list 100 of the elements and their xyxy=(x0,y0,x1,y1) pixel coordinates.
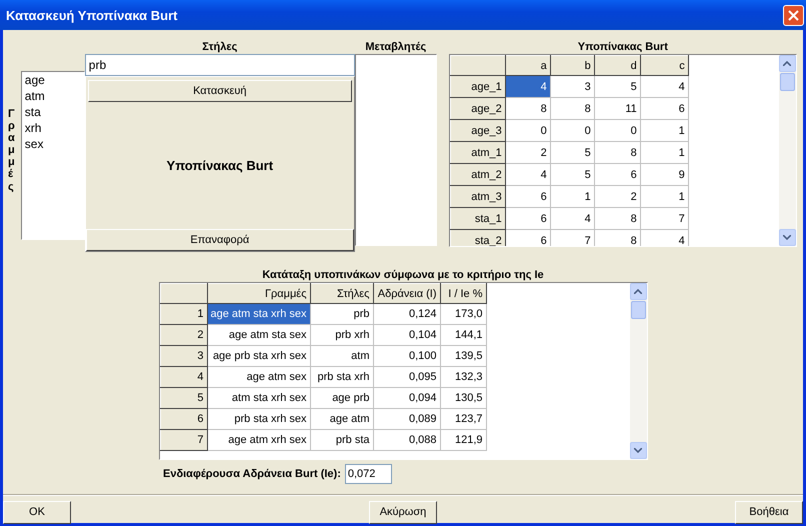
table-cell[interactable]: 1 xyxy=(640,120,688,142)
column-header[interactable]: b xyxy=(550,56,594,76)
table-cell[interactable]: 0,094 xyxy=(373,388,440,408)
table-cell[interactable]: 123,7 xyxy=(440,408,486,430)
table-cell[interactable]: 6 xyxy=(505,208,550,230)
table-cell[interactable]: prb xrh xyxy=(310,324,373,346)
table-cell[interactable]: 0,089 xyxy=(373,408,440,430)
table-cell[interactable]: 5 xyxy=(550,142,594,164)
build-button[interactable]: Κατασκευή xyxy=(88,80,352,102)
row-header[interactable]: atm_1 xyxy=(450,142,506,164)
panel-caption: Υποπίνακας Burt xyxy=(166,158,274,173)
row-header[interactable]: sta_1 xyxy=(450,208,506,230)
row-header[interactable]: 5 xyxy=(160,388,207,408)
row-header[interactable]: atm_2 xyxy=(450,164,506,186)
row-header[interactable]: age_3 xyxy=(450,120,506,142)
table-cell[interactable]: 8 xyxy=(594,230,640,246)
table-cell[interactable]: age atm sta xrh sex xyxy=(207,304,310,324)
table-cell[interactable]: prb sta xyxy=(310,430,373,450)
table-cell[interactable]: 6 xyxy=(594,164,640,186)
list-item[interactable]: age xyxy=(22,72,84,88)
list-item[interactable]: atm xyxy=(22,88,84,104)
column-header[interactable]: c xyxy=(640,56,688,76)
table-cell[interactable]: 7 xyxy=(640,208,688,230)
table-cell[interactable]: 4 xyxy=(550,208,594,230)
table-cell[interactable]: 139,5 xyxy=(440,346,486,366)
row-header[interactable]: 7 xyxy=(160,430,207,450)
rows-list[interactable]: age atm sta xrh sex xyxy=(20,71,85,240)
dialog-button[interactable]: Ακύρωση xyxy=(369,500,437,524)
table-cell[interactable]: age atm sex xyxy=(207,366,310,388)
columns-label: Στήλες xyxy=(201,40,238,54)
table-cell[interactable]: 8 xyxy=(505,98,550,120)
column-header[interactable]: Στήλες xyxy=(310,284,373,304)
table-cell[interactable]: 2 xyxy=(505,142,550,164)
table-cell[interactable]: 0,104 xyxy=(373,324,440,346)
table-cell[interactable]: 8 xyxy=(594,142,640,164)
row-header[interactable]: 4 xyxy=(160,366,207,388)
table-cell[interactable]: 0,088 xyxy=(373,430,440,450)
row-header[interactable]: atm_3 xyxy=(450,186,506,208)
columns-field[interactable]: prb xyxy=(84,54,355,76)
row-header[interactable]: 2 xyxy=(160,324,207,346)
table-cell[interactable]: 4 xyxy=(505,164,550,186)
table-cell[interactable]: prb sta xrh sex xyxy=(207,408,310,430)
table-cell[interactable]: atm xyxy=(310,346,373,366)
list-item[interactable]: sex xyxy=(22,136,84,152)
list-item[interactable]: xrh xyxy=(22,120,84,136)
table-cell[interactable]: age prb sta xrh sex xyxy=(207,346,310,366)
table-cell[interactable]: 0 xyxy=(550,120,594,142)
table-cell[interactable]: 8 xyxy=(594,208,640,230)
table-cell[interactable]: 2 xyxy=(594,186,640,208)
column-header[interactable]: I / Ie % xyxy=(440,284,486,304)
table-cell[interactable]: 121,9 xyxy=(440,430,486,450)
column-header[interactable]: Αδράνεια (I) xyxy=(373,284,440,304)
table-cell[interactable]: prb sta xrh xyxy=(310,366,373,388)
table-cell[interactable]: 5 xyxy=(550,164,594,186)
inertia-label: Ενδιαφέρουσα Αδράνεια Burt (Ie): xyxy=(163,468,341,480)
table-cell[interactable]: 0,100 xyxy=(373,346,440,366)
row-header[interactable]: 3 xyxy=(160,346,207,366)
table-cell[interactable]: 4 xyxy=(505,76,550,98)
table-cell[interactable]: age atm sta sex xyxy=(207,324,310,346)
table-cell[interactable]: 6 xyxy=(640,98,688,120)
table-cell[interactable]: 1 xyxy=(550,186,594,208)
table-cell[interactable]: 9 xyxy=(640,164,688,186)
table-cell[interactable]: prb xyxy=(310,304,373,324)
list-item[interactable]: sta xyxy=(22,104,84,120)
table-cell[interactable]: 0,124 xyxy=(373,304,440,324)
row-header[interactable]: age_2 xyxy=(450,98,506,120)
column-header[interactable]: a xyxy=(505,56,550,76)
table-title: Υποπίνακας Burt xyxy=(576,40,669,54)
reset-button[interactable]: Επαναφορά xyxy=(86,229,354,251)
row-header[interactable]: sta_2 xyxy=(450,230,506,246)
row-header[interactable]: 1 xyxy=(160,304,207,324)
table-cell[interactable]: 1 xyxy=(640,186,688,208)
table-cell[interactable]: 7 xyxy=(550,230,594,246)
table-cell[interactable]: 0,095 xyxy=(373,366,440,388)
table-cell[interactable]: age prb xyxy=(310,388,373,408)
column-header[interactable]: Γραμμές xyxy=(207,284,310,304)
dialog-button[interactable]: Βοήθεια xyxy=(735,500,803,524)
dialog-button[interactable]: OK xyxy=(3,500,71,524)
table-cell[interactable]: 0 xyxy=(594,120,640,142)
table-cell[interactable]: 5 xyxy=(594,76,640,98)
table-cell[interactable]: 8 xyxy=(550,98,594,120)
table-cell[interactable]: 4 xyxy=(640,230,688,246)
table-cell[interactable]: 144,1 xyxy=(440,324,486,346)
table-cell[interactable]: 11 xyxy=(594,98,640,120)
table-cell[interactable]: 132,3 xyxy=(440,366,486,388)
inertia-field[interactable]: 0,072 xyxy=(344,464,392,484)
table-cell[interactable]: 0 xyxy=(505,120,550,142)
table-cell[interactable]: 4 xyxy=(640,76,688,98)
table-cell[interactable]: atm sta xrh sex xyxy=(207,388,310,408)
table-cell[interactable]: age atm xrh sex xyxy=(207,430,310,450)
table-cell[interactable]: 6 xyxy=(505,230,550,246)
table-cell[interactable]: 6 xyxy=(505,186,550,208)
table-cell[interactable]: 1 xyxy=(640,142,688,164)
table-cell[interactable]: 3 xyxy=(550,76,594,98)
table-cell[interactable]: 130,5 xyxy=(440,388,486,408)
table-cell[interactable]: 173,0 xyxy=(440,304,486,324)
column-header[interactable]: d xyxy=(594,56,640,76)
row-header[interactable]: age_1 xyxy=(450,76,506,98)
row-header[interactable]: 6 xyxy=(160,408,207,430)
table-cell[interactable]: age atm xyxy=(310,408,373,430)
